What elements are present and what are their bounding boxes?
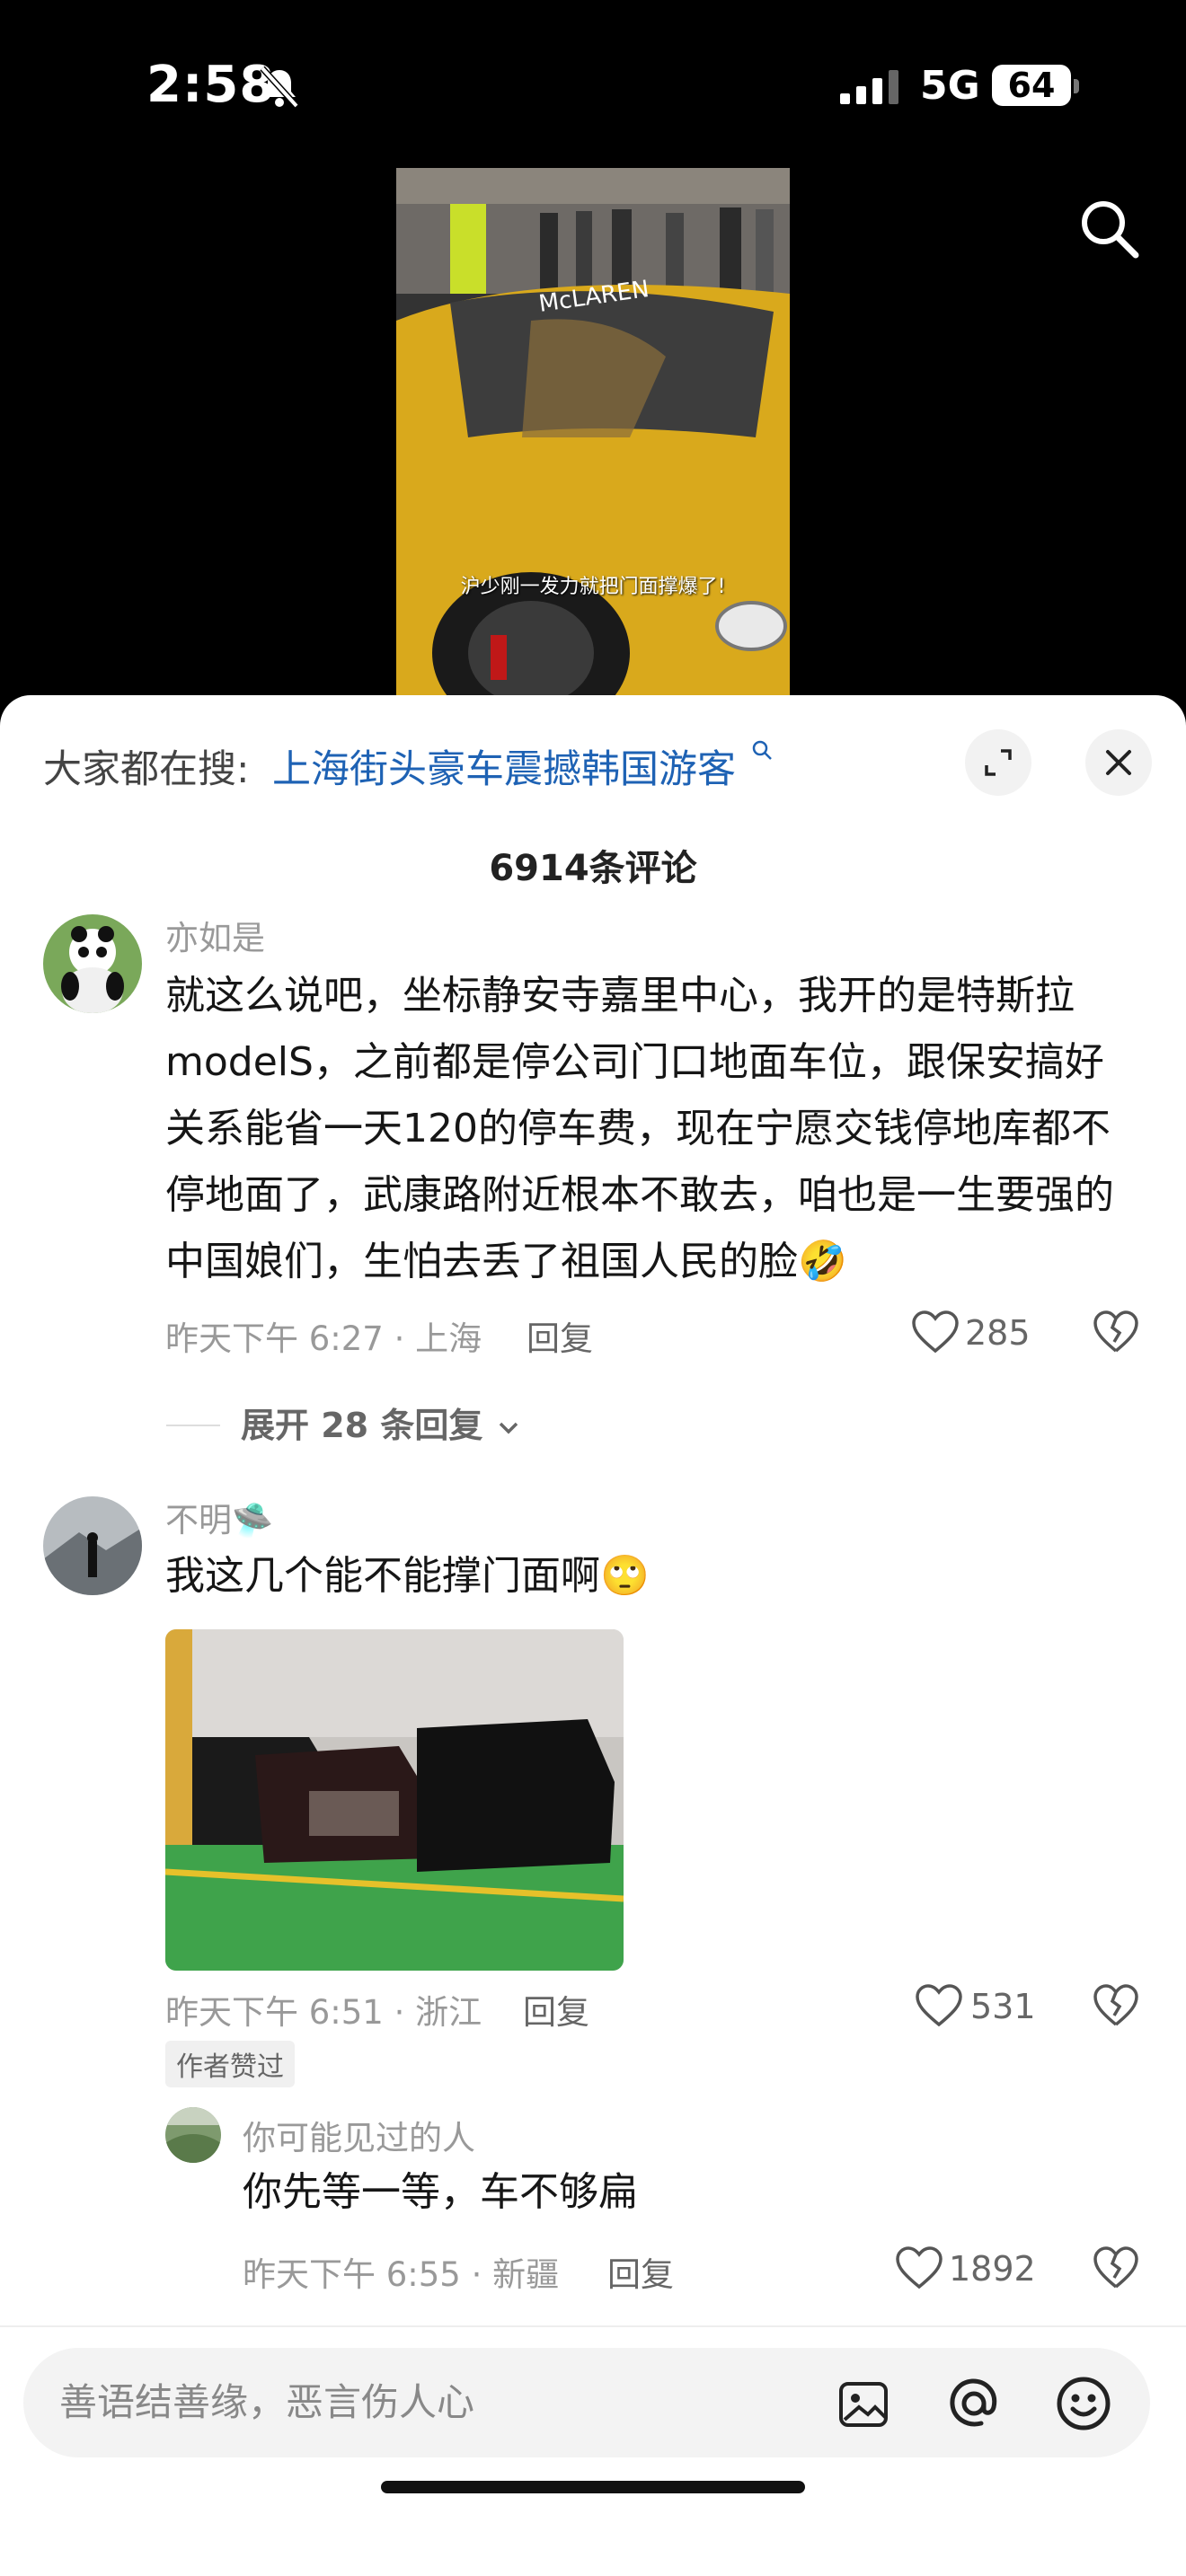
comment-line: 停地面了，武康路附近根本不敢去，咱也是一生要强的 [165,1172,1114,1218]
heart-icon[interactable] [895,2245,943,2290]
expand-replies-button[interactable]: 展开 28 条回复 [241,1398,522,1447]
comment-time-location: 昨天下午 6:51 · 浙江 [165,1993,482,2032]
comment-image[interactable] [165,1629,624,1971]
divider [0,2325,1186,2327]
bell-slash-icon [260,66,299,109]
chevron-down-icon [499,1422,518,1434]
battery-level: 64 [1007,66,1056,105]
reply-button[interactable]: 回复 [523,1985,589,2033]
comment-line: 中国娘们，生怕去丢了祖国人民的脸🤣 [165,1239,847,1284]
expand-replies-label: 展开 28 条回复 [241,1406,483,1445]
avatar[interactable] [165,2107,221,2163]
search-prefix: 大家都在搜: [43,747,250,792]
comment-line: 关系能省一天120的停车费，现在宁愿交钱停地库都不 [165,1106,1111,1151]
search-icon[interactable] [1076,196,1141,260]
expand-button[interactable] [965,729,1031,796]
expand-divider [166,1425,220,1426]
comment-body: 就这么说吧，坐标静安寺嘉里中心，我开的是特斯拉 modelS，之前都是停公司门口… [165,963,1163,1295]
author-liked-badge: 作者赞过 [165,2041,295,2087]
comment-line: 就这么说吧，坐标静安寺嘉里中心，我开的是特斯拉 [165,973,1075,1019]
reply-button[interactable]: 回复 [527,1311,593,1360]
search-icon [752,740,772,760]
like-count: 531 [970,1987,1036,2026]
network-label: 5G [920,63,980,109]
battery-tip [1074,79,1079,93]
close-icon [1106,750,1131,775]
like-count: 1892 [949,2249,1036,2289]
home-indicator[interactable] [381,2481,805,2493]
battery-indicator: 64 [992,65,1071,106]
avatar[interactable] [43,914,142,1013]
comment-time-location: 昨天下午 6:27 · 上海 [165,1319,482,1358]
comment-count: 6914条评论 [489,848,697,889]
comments-panel: 大家都在搜: 上海街头豪车震撼韩国游客 6914条评论 亦如是 就这么说吧，坐标… [0,695,1186,2576]
signal-icon [840,70,898,104]
expand-icon [985,749,1012,776]
comment-body: 我这几个能不能撑门面啊🙄 [165,1553,650,1599]
emoji-icon[interactable] [1055,2375,1112,2432]
reply-time-location: 昨天下午 6:55 · 新疆 [243,2255,560,2294]
comment-line: modelS，之前都是停公司门口地面车位，跟保安搞好 [165,1039,1104,1085]
dislike-heart-icon[interactable] [1093,2245,1139,2290]
trending-search-link[interactable]: 上海街头豪车震撼韩国游客 [272,738,774,794]
dislike-heart-icon[interactable] [1093,1310,1139,1354]
comment-input[interactable]: 善语结善缘，恶言伤人心 [23,2348,1150,2457]
at-icon[interactable] [945,2375,1003,2432]
comment-username[interactable]: 不明🛸 [165,1493,273,1541]
reply-button[interactable]: 回复 [607,2247,674,2296]
comment-username[interactable]: 亦如是 [165,911,265,959]
status-time: 2:58 [146,56,276,114]
comment-input-placeholder: 善语结善缘，恶言伤人心 [59,2380,475,2424]
avatar[interactable] [43,1496,142,1595]
close-button[interactable] [1085,729,1152,796]
like-count: 285 [965,1313,1031,1353]
reply-body: 你先等一等，车不够扁 [243,2169,638,2215]
image-icon[interactable] [837,2378,890,2430]
reply-username[interactable]: 你可能见过的人 [243,2111,475,2159]
heart-icon[interactable] [915,1983,963,2028]
trending-search-text: 上海街头豪车震撼韩国游客 [272,747,736,792]
dislike-heart-icon[interactable] [1093,1983,1139,2028]
video-player[interactable]: McLAREN 沪少刚一发力就把门面撑爆了! [396,168,790,698]
video-caption: 沪少刚一发力就把门面撑爆了! [460,576,726,598]
heart-icon[interactable] [911,1310,960,1354]
